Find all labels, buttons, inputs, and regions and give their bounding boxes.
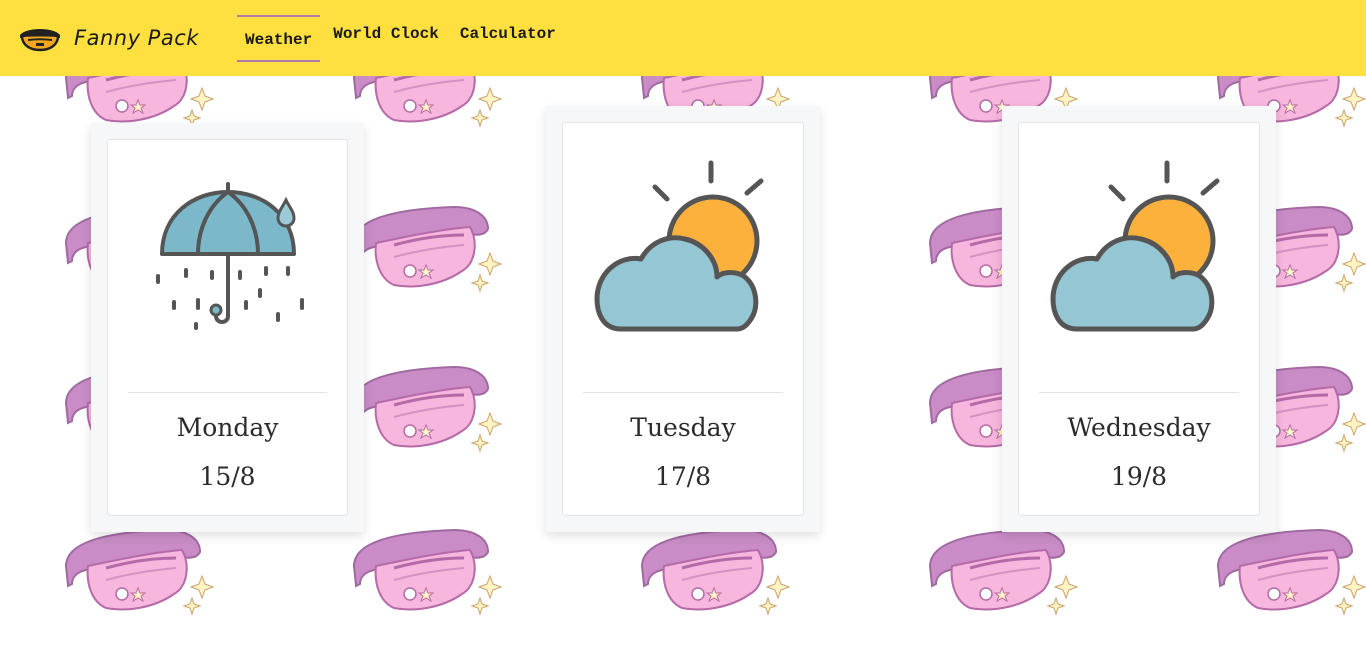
card-day: Tuesday bbox=[630, 413, 736, 442]
nav-weather[interactable]: Weather bbox=[237, 15, 321, 62]
card-day: Monday bbox=[176, 413, 279, 442]
card-body: Wednesday 19/8 bbox=[1018, 122, 1260, 516]
umbrella-rain-icon bbox=[155, 182, 304, 330]
card-date: 19/8 bbox=[1110, 462, 1168, 491]
fanny-pack-logo-icon bbox=[20, 29, 60, 52]
card-body: Monday 15/8 bbox=[107, 139, 348, 516]
partly-cloudy-icon bbox=[1050, 160, 1220, 332]
card-divider bbox=[1039, 392, 1239, 393]
navbar: Fanny Pack Weather World Clock Calculato… bbox=[0, 0, 1366, 76]
card-date: 17/8 bbox=[654, 462, 712, 491]
card-day: Wednesday bbox=[1067, 413, 1211, 442]
forecast-card-monday[interactable]: Monday 15/8 bbox=[91, 123, 364, 532]
card-date: 15/8 bbox=[199, 462, 256, 491]
nav-world-clock[interactable]: World Clock bbox=[325, 10, 447, 57]
card-divider bbox=[128, 392, 327, 393]
forecast-card-wednesday[interactable]: Wednesday 19/8 bbox=[1002, 106, 1276, 532]
card-divider bbox=[583, 392, 783, 393]
forecast-card-tuesday[interactable]: Tuesday 17/8 bbox=[546, 106, 820, 532]
brand-name: Fanny Pack bbox=[74, 26, 199, 50]
partly-cloudy-icon bbox=[594, 160, 764, 332]
card-body: Tuesday 17/8 bbox=[562, 122, 804, 516]
nav-calculator[interactable]: Calculator bbox=[452, 10, 564, 57]
main-nav: Weather World Clock Calculator bbox=[237, 15, 569, 62]
brand[interactable]: Fanny Pack bbox=[18, 18, 199, 58]
